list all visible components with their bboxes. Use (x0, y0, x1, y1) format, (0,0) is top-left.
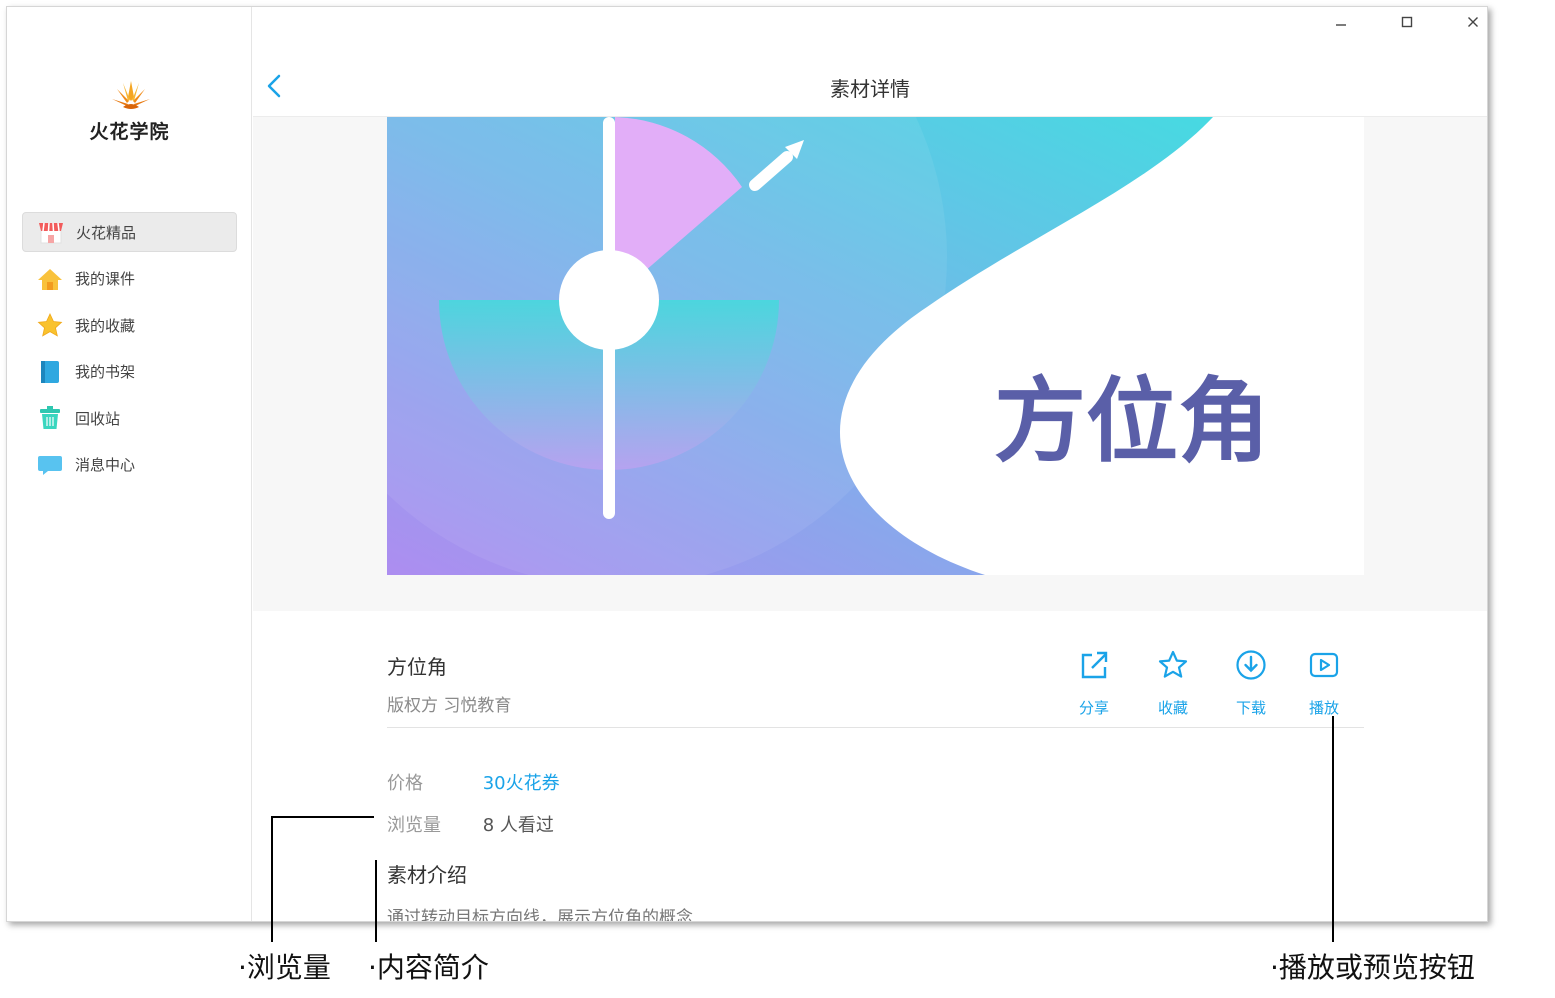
sidebar-item-label: 火花精品 (76, 223, 137, 242)
sidebar-item-featured[interactable]: 火花精品 (22, 212, 237, 252)
star-icon (37, 312, 63, 338)
play-label: 播放 (1308, 699, 1339, 717)
price-label: 价格 (387, 773, 423, 794)
banner-illustration: 方位角 (387, 117, 1364, 575)
material-banner[interactable]: 方位角 (387, 117, 1364, 575)
banner-title: 方位角 (994, 368, 1270, 475)
logo-text: 火花学院 (89, 121, 170, 143)
callout-intro: ·内容简介 (368, 951, 489, 984)
material-title: 方位角 (387, 655, 447, 679)
sidebar-item-label: 回收站 (75, 409, 121, 428)
sidebar: 火花学院 火花精品 我的课件 我的收藏 我的书架 回收站 消息中心 (7, 7, 252, 921)
page-title: 素材详情 (830, 77, 910, 101)
sidebar-item-my-bookshelf[interactable]: 我的书架 (22, 352, 237, 392)
download-icon (1221, 645, 1281, 685)
callout-line-views-vertical (271, 816, 273, 942)
banner-area: 方位角 (253, 117, 1487, 611)
views-value: 8 人看过 (482, 815, 554, 836)
store-icon (38, 219, 64, 245)
app-window: 火花学院 火花精品 我的课件 我的收藏 我的书架 回收站 消息中心 素材详情 方… (6, 6, 1488, 922)
price-row: 价格 30火花券 (387, 769, 560, 795)
views-row: 浏览量 8 人看过 (387, 811, 554, 837)
maximize-icon (1401, 16, 1413, 28)
favorite-button[interactable]: 收藏 (1143, 645, 1203, 718)
main-content: 素材详情 方位角 方位角 版权方 习悦教育 分享 收藏 下载 播放 价格 30火… (253, 7, 1487, 921)
sidebar-item-trash[interactable]: 回收站 (22, 398, 237, 438)
callout-play-text: 播放或预览按钮 (1278, 951, 1475, 984)
callout-intro-text: 内容简介 (376, 951, 489, 984)
callout-play: ·播放或预览按钮 (1270, 951, 1475, 984)
sidebar-item-label: 我的课件 (75, 270, 136, 288)
callout-line-play (1332, 716, 1334, 942)
share-button[interactable]: 分享 (1064, 645, 1124, 718)
intro-text: 通过转动目标方向线，展示方位角的概念 (387, 908, 693, 922)
share-icon (1064, 645, 1124, 685)
minimize-icon (1336, 24, 1346, 26)
views-label: 浏览量 (387, 815, 441, 836)
play-button[interactable]: 播放 (1294, 645, 1354, 718)
download-button[interactable]: 下载 (1221, 645, 1281, 718)
action-bar: 分享 收藏 下载 播放 (1064, 645, 1364, 725)
sidebar-item-my-courseware[interactable]: 我的课件 (22, 259, 237, 299)
price-value: 30火花券 (482, 773, 560, 794)
sidebar-item-my-favorites[interactable]: 我的收藏 (22, 305, 237, 345)
sidebar-item-label: 我的收藏 (75, 316, 136, 335)
favorite-label: 收藏 (1157, 699, 1188, 717)
message-icon (37, 452, 63, 478)
sidebar-item-messages[interactable]: 消息中心 (22, 445, 237, 485)
sidebar-item-label: 消息中心 (75, 456, 136, 474)
trash-icon (37, 405, 63, 431)
divider (387, 727, 1364, 728)
download-label: 下载 (1235, 699, 1266, 717)
home-icon (37, 266, 63, 292)
play-icon (1294, 645, 1354, 685)
star-outline-icon (1143, 645, 1203, 685)
book-icon (37, 359, 63, 385)
callout-views-text: 浏览量 (246, 951, 331, 984)
sidebar-nav: 火花精品 我的课件 我的收藏 我的书架 回收站 消息中心 (22, 212, 237, 491)
close-icon (1468, 17, 1478, 27)
page-header: 素材详情 (253, 57, 1487, 117)
copyright-owner: 版权方 习悦教育 (387, 696, 512, 716)
callout-line-views (272, 816, 374, 818)
share-label: 分享 (1078, 699, 1109, 717)
logo-icon (112, 81, 150, 109)
callout-views: ·浏览量 (238, 951, 331, 984)
maximize-button[interactable] (1387, 9, 1427, 35)
minimize-button[interactable] (1321, 9, 1361, 35)
callout-line-intro (375, 860, 377, 942)
sidebar-item-label: 我的书架 (75, 363, 136, 381)
close-button[interactable] (1453, 9, 1487, 35)
intro-title: 素材介绍 (387, 863, 467, 887)
